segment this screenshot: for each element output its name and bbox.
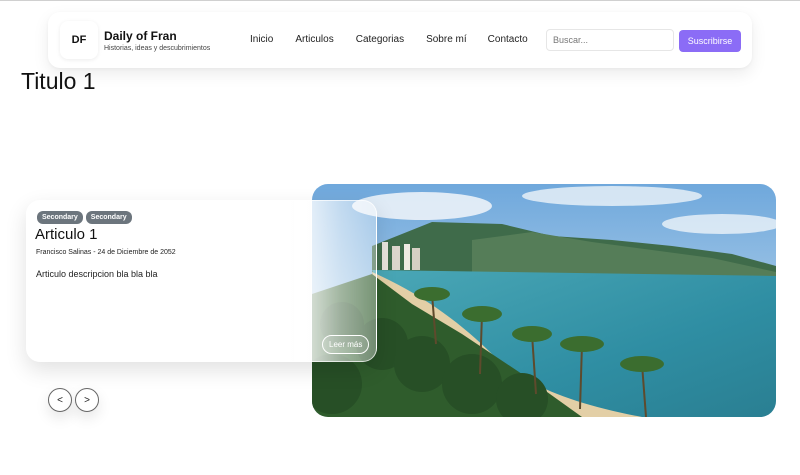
search-input[interactable] — [546, 29, 674, 51]
nav-link-contacto[interactable]: Contacto — [488, 34, 528, 45]
tag-list: Secondary Secondary — [37, 211, 132, 224]
article-title: Articulo 1 — [35, 226, 98, 243]
nav-link-inicio[interactable]: Inicio — [250, 34, 273, 45]
nav-link-articulos[interactable]: Articulos — [295, 34, 333, 45]
tag-badge: Secondary — [37, 211, 83, 224]
carousel-next-button[interactable]: > — [75, 388, 99, 412]
main-nav: Inicio Articulos Categorias Sobre mí Con… — [250, 34, 528, 45]
top-border — [0, 0, 800, 1]
article-card[interactable]: Secondary Secondary Articulo 1 Francisco… — [26, 200, 377, 362]
beach-image — [312, 184, 776, 417]
nav-link-sobre-mi[interactable]: Sobre mí — [426, 34, 467, 45]
brand-title: Daily of Fran — [104, 29, 177, 43]
page-title: Titulo 1 — [21, 68, 96, 94]
subscribe-button[interactable]: Suscribirse — [679, 30, 741, 52]
nav-link-categorias[interactable]: Categorias — [356, 34, 404, 45]
carousel-prev-button[interactable]: < — [48, 388, 72, 412]
tag-badge: Secondary — [85, 211, 132, 224]
logo[interactable]: DF — [60, 21, 98, 59]
article-description: Articulo descripcion bla bla bla — [36, 269, 158, 279]
read-more-button[interactable]: Leer más — [322, 335, 370, 354]
site-header: DF Daily of Fran Historias, ideas y desc… — [48, 12, 752, 68]
article-meta: Francisco Salinas - 24 de Diciembre de 2… — [36, 249, 176, 256]
brand-subtitle: Historias, ideas y descubrimientos — [104, 45, 211, 52]
hero-image — [312, 184, 776, 417]
